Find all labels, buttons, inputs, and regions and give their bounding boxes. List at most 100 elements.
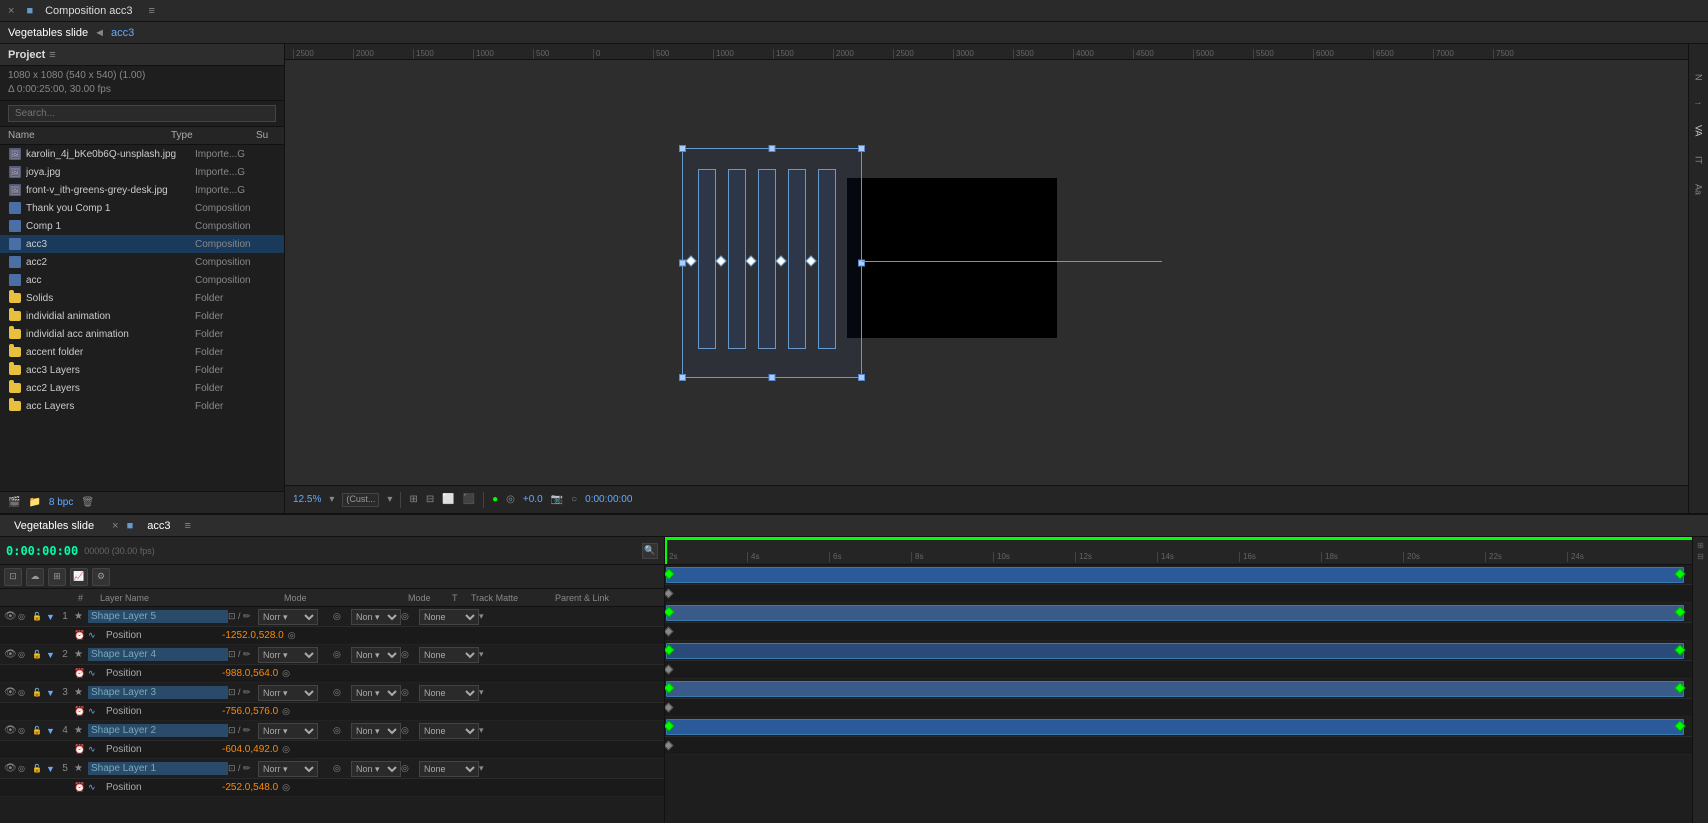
layer-solo[interactable]: ◎	[18, 650, 32, 659]
close-icon[interactable]: ×	[8, 5, 14, 17]
project-item[interactable]: acc3 LayersFolder	[0, 361, 284, 379]
project-item[interactable]: accent folderFolder	[0, 343, 284, 361]
layer-lock[interactable]: 🔓	[32, 612, 46, 621]
comp-breadcrumb-main[interactable]: Vegetables slide	[8, 27, 88, 39]
track-lane[interactable]	[665, 603, 1692, 623]
toggle-grid-icon[interactable]: ⊞	[409, 494, 417, 505]
search-input[interactable]	[8, 105, 276, 122]
frame-blend-btn[interactable]: ⊞	[48, 568, 66, 586]
sub-prop-value[interactable]: -988.0,564.0	[222, 668, 278, 679]
new-comp-icon[interactable]: 🎬	[8, 497, 20, 508]
project-item[interactable]: accComposition	[0, 271, 284, 289]
layer-mode-select[interactable]: Norr ▾	[258, 761, 318, 777]
layer-star[interactable]: ★	[74, 687, 88, 698]
layer-row[interactable]: 👁 ◎ 🔓 ▼ 5 ★ Shape Layer 1 ⊡ / ✏ Norr ▾ ◎…	[0, 759, 664, 779]
layer-expand-right[interactable]: ▾	[479, 725, 495, 736]
tl-search-btn[interactable]: 🔍	[642, 543, 658, 559]
layer-lock[interactable]: 🔓	[32, 688, 46, 697]
layer-expand[interactable]: ▼	[46, 726, 56, 736]
layer-mode-select[interactable]: Norr ▾	[258, 609, 318, 625]
sub-prop-value[interactable]: -604.0,492.0	[222, 744, 278, 755]
timeline-close-main[interactable]: ×	[112, 520, 118, 532]
layer-eye[interactable]: 👁	[4, 763, 18, 774]
sub-time-icon[interactable]: ⏰	[74, 668, 88, 679]
layer-expand-right[interactable]: ▾	[479, 649, 495, 660]
layer-lock[interactable]: 🔓	[32, 726, 46, 735]
motion-blur-btn[interactable]: ☁	[26, 568, 44, 586]
sub-keyframe[interactable]	[665, 589, 673, 599]
project-item[interactable]: individial acc animationFolder	[0, 325, 284, 343]
project-item[interactable]: 🖼karolin_4j_bKe0b6Q-unsplash.jpgImporte.…	[0, 145, 284, 163]
layer-name[interactable]: Shape Layer 2	[88, 724, 228, 737]
tool-IT[interactable]: IT	[1694, 156, 1704, 164]
layer-matte-select[interactable]: Non ▾	[351, 647, 401, 663]
time-display[interactable]: 0:00:00:00	[585, 494, 632, 505]
layer-eye[interactable]: 👁	[4, 649, 18, 660]
layer-name[interactable]: Shape Layer 5	[88, 610, 228, 623]
track-lane[interactable]	[665, 565, 1692, 585]
layer-row[interactable]: 👁 ◎ 🔓 ▼ 2 ★ Shape Layer 4 ⊡ / ✏ Norr ▾ ◎…	[0, 645, 664, 665]
project-item[interactable]: acc2 LayersFolder	[0, 379, 284, 397]
project-item[interactable]: Thank you Comp 1Composition	[0, 199, 284, 217]
layer-expand[interactable]: ▼	[46, 688, 56, 698]
layer-mode-select[interactable]: Norr ▾	[258, 647, 318, 663]
track-lane[interactable]	[665, 717, 1692, 737]
layer-matte-select[interactable]: Non ▾	[351, 761, 401, 777]
zoom-display[interactable]: 12.5%	[293, 494, 321, 505]
layer-mode-select[interactable]: Norr ▾	[258, 723, 318, 739]
preset-btn[interactable]: (Cust...	[342, 493, 379, 507]
expand-all-icon[interactable]: ⊞	[1697, 541, 1704, 550]
layer-star[interactable]: ★	[74, 763, 88, 774]
delete-icon[interactable]: 🗑	[81, 497, 94, 508]
toggle-mask-icon[interactable]: ⬜	[442, 494, 454, 505]
toggle-3d-icon[interactable]: ⬛	[463, 494, 475, 505]
current-time[interactable]: 0:00:00:00	[6, 544, 78, 558]
comp-link-btn[interactable]: ⊡	[4, 568, 22, 586]
layer-expand-right[interactable]: ▾	[479, 687, 495, 698]
layer-name[interactable]: Shape Layer 4	[88, 648, 228, 661]
graph-editor-btn[interactable]: 📈	[70, 568, 88, 586]
layer-solo[interactable]: ◎	[18, 726, 32, 735]
sub-prop-value[interactable]: -756.0,576.0	[222, 706, 278, 717]
tool-arrow[interactable]: ↑	[1694, 101, 1704, 106]
tool-N[interactable]: N	[1694, 74, 1704, 81]
layer-matte-select[interactable]: Non ▾	[351, 685, 401, 701]
project-item[interactable]: acc2Composition	[0, 253, 284, 271]
project-item[interactable]: 🖼joya.jpgImporte...G	[0, 163, 284, 181]
sub-time-icon[interactable]: ⏰	[74, 630, 88, 641]
layer-parent-select[interactable]: None	[419, 609, 479, 625]
menu-icon[interactable]: ≡	[149, 5, 155, 17]
sub-prop-value[interactable]: -1252.0,528.0	[222, 630, 284, 641]
layer-expand[interactable]: ▼	[46, 612, 56, 622]
layer-star[interactable]: ★	[74, 611, 88, 622]
track-lane[interactable]	[665, 641, 1692, 661]
layer-name[interactable]: Shape Layer 1	[88, 762, 228, 775]
project-menu-icon[interactable]: ≡	[49, 49, 55, 61]
timeline-tab-acc3[interactable]: acc3	[141, 518, 176, 534]
layer-parent-select[interactable]: None	[419, 761, 479, 777]
project-item[interactable]: acc LayersFolder	[0, 397, 284, 415]
layer-solo[interactable]: ◎	[18, 688, 32, 697]
switches-btn[interactable]: ⚙	[92, 568, 110, 586]
project-item[interactable]: individial animationFolder	[0, 307, 284, 325]
toggle-guide-icon[interactable]: ⊟	[426, 494, 434, 505]
layer-solo[interactable]: ◎	[18, 612, 32, 621]
timeline-tab-acc3-menu[interactable]: ≡	[184, 520, 190, 532]
new-folder-icon[interactable]: 📁	[28, 497, 40, 508]
tool-Aa[interactable]: Aa	[1694, 184, 1704, 195]
layer-star[interactable]: ★	[74, 649, 88, 660]
layer-matte-select[interactable]: Non ▾	[351, 609, 401, 625]
layer-parent-select[interactable]: None	[419, 723, 479, 739]
zoom-dropdown-icon[interactable]: ▾	[329, 494, 334, 505]
layer-solo[interactable]: ◎	[18, 764, 32, 773]
layer-row[interactable]: 👁 ◎ 🔓 ▼ 3 ★ Shape Layer 3 ⊡ / ✏ Norr ▾ ◎…	[0, 683, 664, 703]
layer-eye[interactable]: 👁	[4, 725, 18, 736]
layer-parent-select[interactable]: None	[419, 647, 479, 663]
tool-VA[interactable]: VA	[1694, 125, 1704, 136]
render-icon[interactable]: ○	[571, 494, 577, 505]
color-correction-icon[interactable]: ●	[492, 494, 498, 505]
sub-time-icon[interactable]: ⏰	[74, 706, 88, 717]
layer-lock[interactable]: 🔓	[32, 650, 46, 659]
layer-expand[interactable]: ▼	[46, 650, 56, 660]
exposure-icon[interactable]: ◎	[506, 494, 515, 505]
